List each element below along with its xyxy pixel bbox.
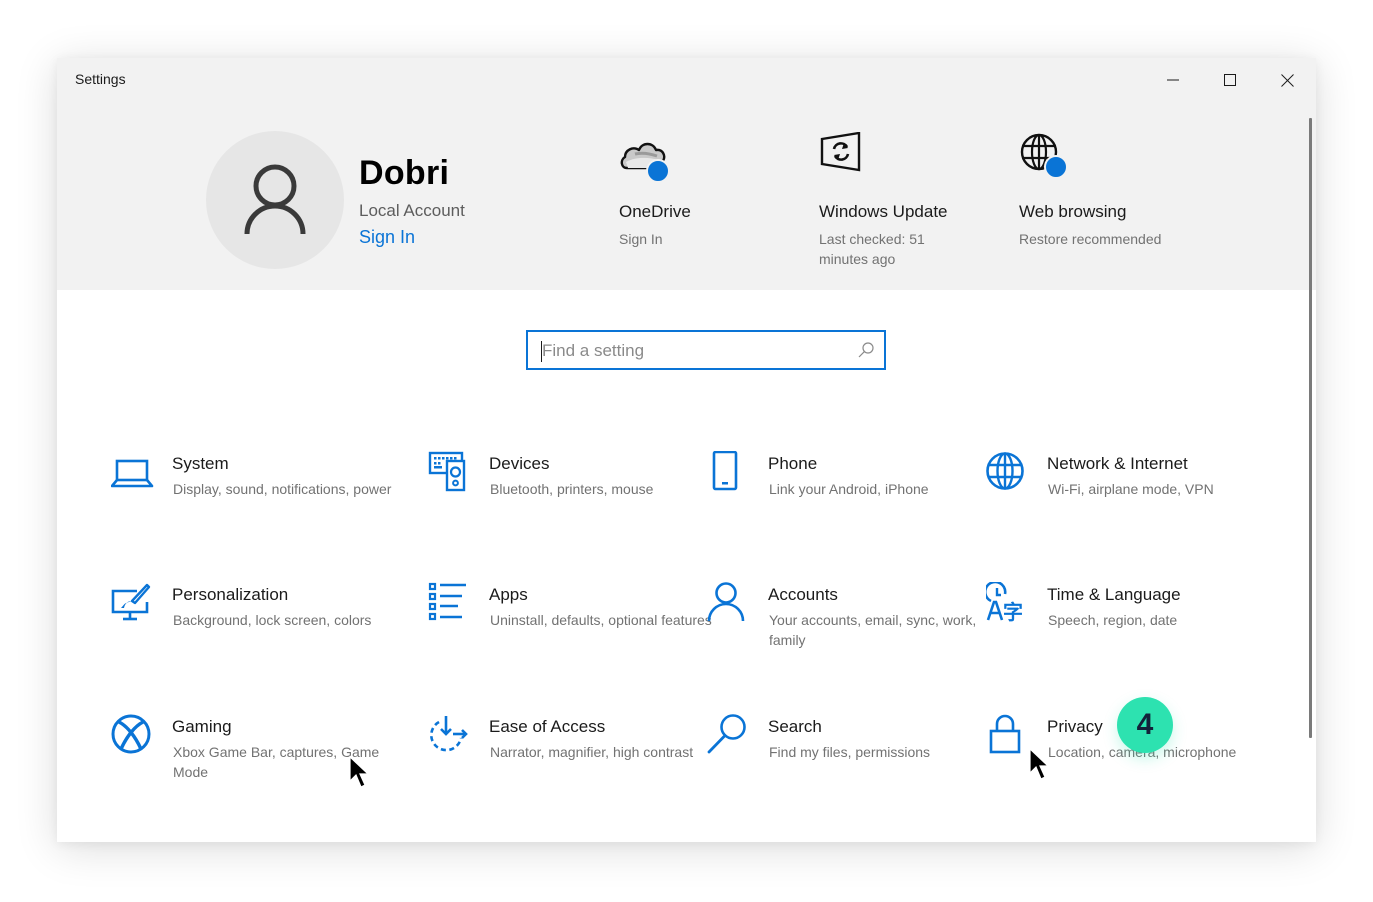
category-phone[interactable]: Phone Link your Android, iPhone [707, 451, 987, 531]
category-title: Ease of Access [489, 717, 606, 736]
sign-in-link[interactable]: Sign In [359, 227, 415, 248]
category-subtitle: Display, sound, notifications, power [173, 481, 392, 497]
step-badge: 4 [1117, 697, 1173, 753]
category-title: Search [768, 717, 822, 736]
person-icon [707, 582, 745, 622]
category-search[interactable]: Search Find my files, permissions [707, 714, 987, 794]
category-personalization[interactable]: Personalization Background, lock screen,… [111, 582, 391, 662]
category-title: Devices [489, 454, 550, 473]
category-ease-of-access[interactable]: Ease of Access Narrator, magnifier, high… [428, 714, 708, 794]
category-subtitle: Link your Android, iPhone [769, 481, 929, 497]
category-title: Personalization [172, 585, 289, 604]
maximize-button[interactable] [1207, 62, 1253, 98]
onedrive-title: OneDrive [619, 202, 691, 221]
globe-icon [986, 452, 1024, 490]
category-subtitle: Narrator, magnifier, high contrast [490, 744, 694, 760]
svg-text:字: 字 [1003, 600, 1023, 624]
apps-list-icon [428, 582, 466, 621]
phone-icon [712, 451, 738, 491]
category-subtitle: Your accounts, email, sync, work, family [769, 612, 977, 648]
category-title: System [172, 454, 229, 473]
category-subtitle: Wi-Fi, airplane mode, VPN [1048, 481, 1214, 497]
windows-update-subtitle: Last checked: 51 minutes ago [819, 231, 925, 267]
web-browsing-subtitle: Restore recommended [1019, 231, 1162, 247]
category-title: Phone [768, 454, 818, 473]
title-bar: Settings [57, 58, 1316, 102]
window-title: Settings [75, 71, 126, 87]
user-name: Dobri [359, 154, 450, 192]
maximize-icon [1224, 74, 1236, 86]
globe-icon [1020, 133, 1068, 179]
settings-window: Settings Dobri Local Account Sign In One… [57, 58, 1316, 842]
search-input[interactable] [542, 340, 842, 362]
category-system[interactable]: System Display, sound, notifications, po… [111, 451, 391, 531]
ease-of-access-icon [429, 716, 468, 752]
onedrive-cloud-icon [620, 142, 670, 183]
category-title: Gaming [172, 717, 232, 736]
category-title: Apps [489, 585, 528, 604]
category-time-language[interactable]: 字 Time & Language Speech, region, date [986, 582, 1266, 662]
category-title: Network & Internet [1047, 454, 1188, 473]
category-subtitle: Bluetooth, printers, mouse [490, 481, 654, 497]
lock-icon [989, 714, 1021, 754]
category-subtitle: Uninstall, defaults, optional features [490, 612, 712, 628]
laptop-icon [111, 459, 154, 488]
close-icon [1280, 73, 1294, 87]
category-devices[interactable]: Devices Bluetooth, printers, mouse [428, 451, 708, 531]
close-button[interactable] [1264, 62, 1310, 98]
avatar[interactable] [206, 131, 344, 269]
category-title: Time & Language [1047, 585, 1181, 604]
text-caret [541, 341, 542, 362]
web-browsing-title: Web browsing [1019, 202, 1127, 221]
account-header: Dobri Local Account Sign In OneDrive Sig… [57, 102, 1316, 290]
xbox-icon [111, 714, 151, 754]
person-icon [244, 164, 306, 235]
search-icon [707, 714, 746, 754]
windows-update-title: Windows Update [819, 202, 948, 221]
minimize-button[interactable] [1150, 62, 1196, 98]
minimize-icon [1167, 79, 1179, 81]
category-subtitle: Find my files, permissions [769, 744, 931, 760]
windows-update-icon [820, 132, 861, 172]
category-subtitle: Background, lock screen, colors [173, 612, 372, 628]
search-icon[interactable] [858, 342, 874, 358]
category-subtitle: Speech, region, date [1048, 612, 1178, 628]
category-title: Privacy [1047, 717, 1103, 736]
onedrive-subtitle: Sign In [619, 231, 663, 247]
category-accounts[interactable]: Accounts Your accounts, email, sync, wor… [707, 582, 987, 662]
category-subtitle: Xbox Game Bar, captures, Game Mode [173, 744, 380, 780]
time-language-icon: 字 [986, 582, 1023, 624]
category-gaming[interactable]: Gaming Xbox Game Bar, captures, Game Mod… [111, 714, 391, 794]
category-title: Accounts [768, 585, 838, 604]
category-network-internet[interactable]: Network & Internet Wi-Fi, airplane mode,… [986, 451, 1266, 531]
search-box[interactable] [526, 330, 886, 370]
devices-icon [428, 451, 466, 492]
vertical-scrollbar[interactable] [1309, 118, 1312, 738]
category-apps[interactable]: Apps Uninstall, defaults, optional featu… [428, 582, 712, 662]
account-type: Local Account [359, 201, 465, 220]
paintbrush-icon [111, 583, 151, 621]
